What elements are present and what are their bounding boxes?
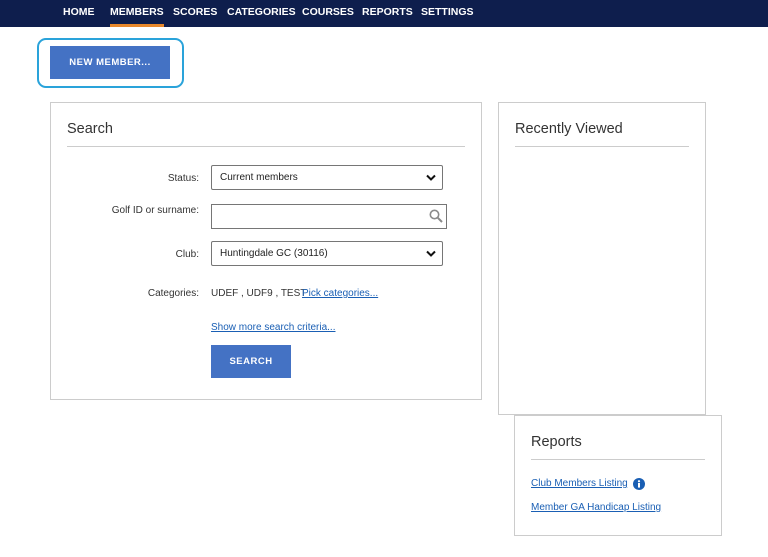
nav-item-courses[interactable]: COURSES	[302, 0, 354, 27]
club-select-value: Huntingdale GC (30116)	[220, 248, 328, 259]
reports-panel-title: Reports	[531, 434, 582, 450]
nav-item-members[interactable]: MEMBERS	[110, 0, 164, 27]
status-label: Status:	[167, 173, 199, 184]
member-ga-handicap-listing-link[interactable]: Member GA Handicap Listing	[531, 502, 661, 513]
search-panel-divider	[67, 146, 465, 147]
top-navigation: HOME MEMBERS SCORES CATEGORIES COURSES R…	[0, 0, 768, 27]
nav-item-reports[interactable]: REPORTS	[362, 0, 413, 27]
golf-id-label: Golf ID or surname:	[111, 205, 199, 216]
nav-item-settings[interactable]: SETTINGS	[421, 0, 474, 27]
chevron-down-icon	[426, 174, 436, 181]
golf-id-input[interactable]	[211, 204, 447, 229]
new-member-button[interactable]: NEW MEMBER...	[50, 46, 170, 79]
nav-item-home[interactable]: HOME	[63, 0, 95, 27]
info-icon[interactable]	[633, 478, 645, 490]
categories-label: Categories:	[147, 288, 199, 299]
club-select[interactable]: Huntingdale GC (30116)	[211, 241, 443, 266]
club-label: Club:	[175, 249, 199, 260]
nav-item-categories[interactable]: CATEGORIES	[227, 0, 296, 27]
search-button[interactable]: SEARCH	[211, 345, 291, 378]
chevron-down-icon	[426, 250, 436, 257]
recently-viewed-title: Recently Viewed	[515, 121, 623, 137]
search-panel-title: Search	[67, 121, 113, 137]
categories-value: UDEF , UDF9 , TEST	[211, 288, 307, 299]
recently-viewed-panel	[498, 102, 706, 415]
status-select[interactable]: Current members	[211, 165, 443, 190]
pick-categories-link[interactable]: Pick categories...	[302, 288, 378, 299]
reports-panel-divider	[531, 459, 705, 460]
status-select-value: Current members	[220, 172, 298, 183]
show-more-criteria-link[interactable]: Show more search criteria...	[211, 322, 336, 333]
club-members-listing-link[interactable]: Club Members Listing	[531, 478, 628, 489]
nav-item-scores[interactable]: SCORES	[173, 0, 217, 27]
recently-viewed-divider	[515, 146, 689, 147]
magnifier-icon[interactable]	[429, 209, 443, 223]
